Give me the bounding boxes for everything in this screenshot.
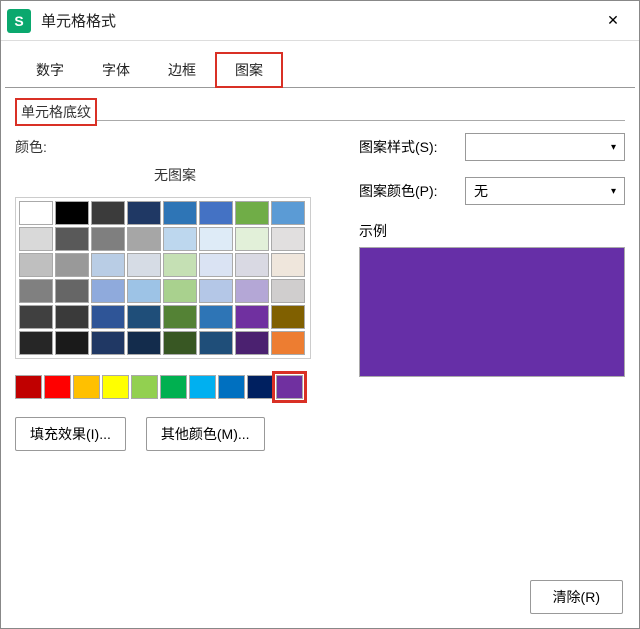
color-swatch[interactable] — [235, 305, 269, 329]
color-swatch[interactable] — [271, 279, 305, 303]
right-column: 图案样式(S): ▾ 图案颜色(P): 无 ▾ 示例 — [359, 133, 625, 451]
dialog-title: 单元格格式 — [41, 10, 593, 31]
color-swatch[interactable] — [127, 331, 161, 355]
color-swatch[interactable] — [55, 331, 89, 355]
color-swatch[interactable] — [218, 375, 245, 399]
pattern-style-label: 图案样式(S): — [359, 137, 459, 157]
color-swatch[interactable] — [19, 253, 53, 277]
color-swatch[interactable] — [271, 227, 305, 251]
tab-bar: 数字 字体 边框 图案 — [5, 47, 635, 88]
color-swatch[interactable] — [55, 253, 89, 277]
color-swatch[interactable] — [55, 201, 89, 225]
color-swatch[interactable] — [160, 375, 187, 399]
color-swatch[interactable] — [19, 227, 53, 251]
color-swatch[interactable] — [91, 253, 125, 277]
color-palette-main — [15, 197, 311, 359]
color-swatch[interactable] — [235, 279, 269, 303]
color-swatch[interactable] — [127, 227, 161, 251]
color-swatch[interactable] — [127, 253, 161, 277]
color-swatch[interactable] — [271, 305, 305, 329]
color-swatch[interactable] — [276, 375, 303, 399]
color-swatch[interactable] — [163, 227, 197, 251]
tab-number[interactable]: 数字 — [17, 53, 83, 87]
color-swatch[interactable] — [102, 375, 129, 399]
chevron-down-icon: ▾ — [611, 186, 616, 197]
color-swatch[interactable] — [55, 305, 89, 329]
color-swatch[interactable] — [131, 375, 158, 399]
color-swatch[interactable] — [163, 253, 197, 277]
color-swatch[interactable] — [91, 227, 125, 251]
color-swatch[interactable] — [199, 227, 233, 251]
color-swatch[interactable] — [91, 305, 125, 329]
chevron-down-icon: ▾ — [611, 142, 616, 153]
color-swatch[interactable] — [163, 331, 197, 355]
cell-format-dialog: S 单元格格式 ✕ 数字 字体 边框 图案 单元格底纹 颜色: 无图案 填充效果… — [0, 0, 640, 629]
color-swatch[interactable] — [15, 375, 42, 399]
color-swatch[interactable] — [19, 201, 53, 225]
sample-label: 示例 — [359, 221, 625, 241]
color-swatch[interactable] — [235, 331, 269, 355]
pattern-style-select[interactable]: ▾ — [465, 133, 625, 161]
clear-button[interactable]: 清除(R) — [530, 580, 623, 614]
close-icon: ✕ — [607, 12, 619, 29]
sample-preview — [359, 247, 625, 377]
color-swatch[interactable] — [199, 201, 233, 225]
color-label: 颜色: — [15, 137, 335, 157]
pattern-color-label: 图案颜色(P): — [359, 181, 459, 201]
color-swatch[interactable] — [163, 201, 197, 225]
color-swatch[interactable] — [55, 279, 89, 303]
tab-font[interactable]: 字体 — [83, 53, 149, 87]
color-swatch[interactable] — [91, 201, 125, 225]
color-swatch[interactable] — [271, 201, 305, 225]
tab-border[interactable]: 边框 — [149, 53, 215, 87]
color-swatch[interactable] — [55, 227, 89, 251]
color-swatch[interactable] — [189, 375, 216, 399]
color-swatch[interactable] — [91, 279, 125, 303]
no-pattern-label: 无图案 — [15, 165, 335, 185]
tab-pattern[interactable]: 图案 — [215, 52, 283, 88]
fill-effects-button[interactable]: 填充效果(I)... — [15, 417, 126, 451]
color-swatch[interactable] — [91, 331, 125, 355]
color-swatch[interactable] — [44, 375, 71, 399]
color-swatch[interactable] — [235, 227, 269, 251]
color-swatch[interactable] — [127, 279, 161, 303]
color-swatch[interactable] — [271, 331, 305, 355]
color-swatch[interactable] — [127, 305, 161, 329]
titlebar: S 单元格格式 ✕ — [1, 1, 639, 41]
footer: 清除(R) — [1, 570, 639, 628]
app-icon: S — [7, 9, 31, 33]
color-swatch[interactable] — [235, 201, 269, 225]
color-swatch[interactable] — [247, 375, 274, 399]
close-button[interactable]: ✕ — [593, 6, 633, 36]
color-swatch[interactable] — [199, 279, 233, 303]
color-swatch[interactable] — [19, 279, 53, 303]
pattern-color-value: 无 — [474, 181, 488, 201]
color-swatch[interactable] — [19, 331, 53, 355]
section-shading-label: 单元格底纹 — [15, 98, 97, 126]
color-swatch[interactable] — [163, 305, 197, 329]
color-swatch[interactable] — [199, 305, 233, 329]
color-swatch[interactable] — [235, 253, 269, 277]
color-swatch[interactable] — [73, 375, 100, 399]
color-swatch[interactable] — [199, 253, 233, 277]
left-column: 颜色: 无图案 填充效果(I)... 其他颜色(M)... — [15, 133, 335, 451]
section-divider — [15, 120, 625, 121]
more-colors-button[interactable]: 其他颜色(M)... — [146, 417, 265, 451]
color-swatch[interactable] — [127, 201, 161, 225]
content-area: 单元格底纹 颜色: 无图案 填充效果(I)... 其他颜色(M)... 图案样式… — [1, 88, 639, 570]
color-swatch[interactable] — [271, 253, 305, 277]
color-swatch[interactable] — [19, 305, 53, 329]
color-swatch[interactable] — [199, 331, 233, 355]
color-swatch[interactable] — [163, 279, 197, 303]
pattern-color-select[interactable]: 无 ▾ — [465, 177, 625, 205]
color-palette-accent — [15, 375, 311, 399]
